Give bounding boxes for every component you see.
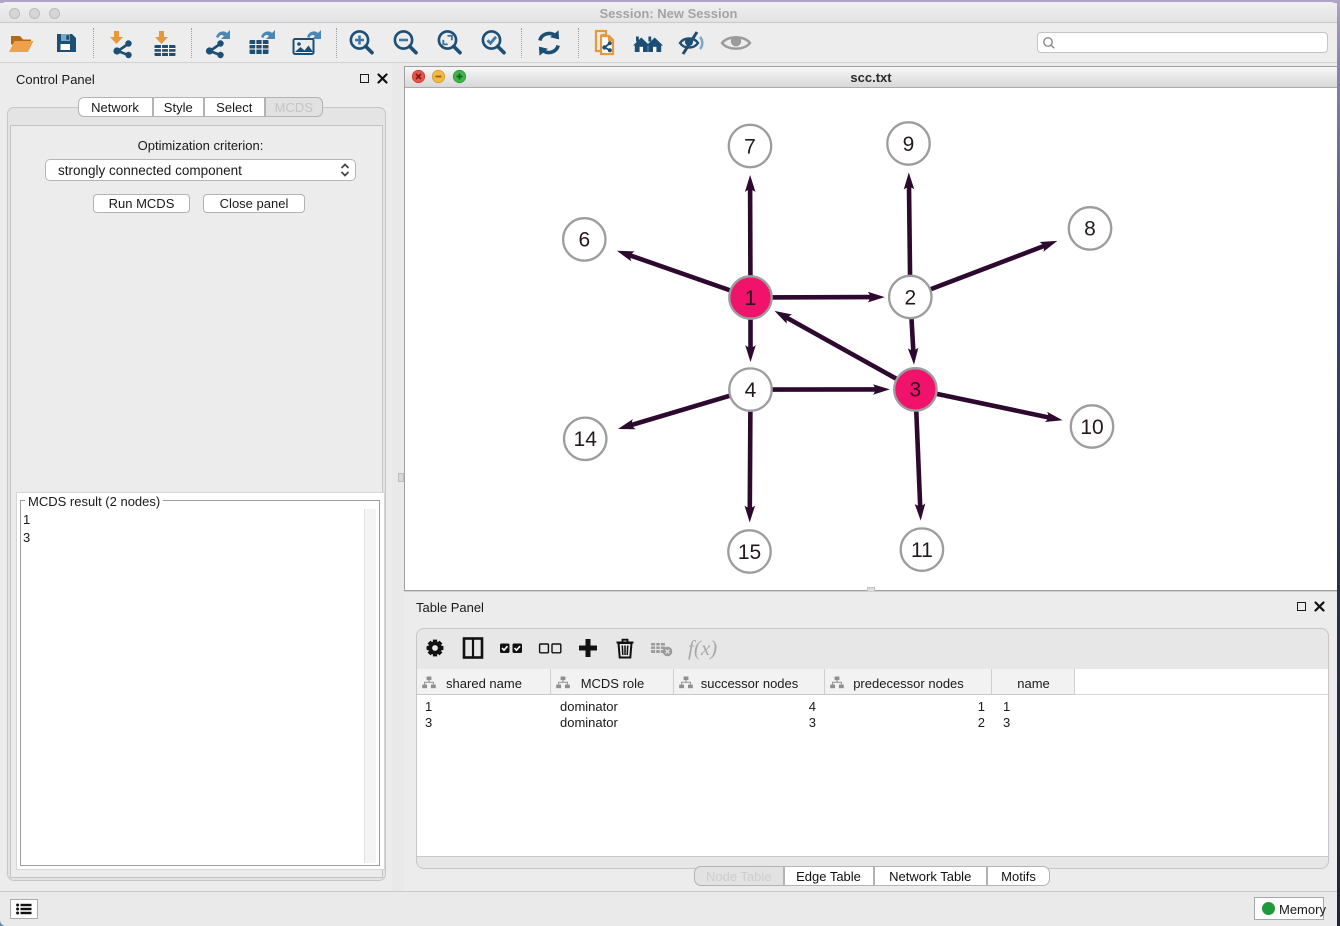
svg-text:2: 2 — [904, 286, 916, 309]
svg-text:7: 7 — [744, 135, 756, 158]
svg-text:6: 6 — [578, 229, 590, 252]
svg-text:9: 9 — [903, 133, 915, 156]
svg-text:1: 1 — [745, 287, 757, 310]
svg-text:4: 4 — [745, 379, 757, 402]
svg-text:3: 3 — [910, 379, 922, 402]
svg-text:11: 11 — [911, 539, 933, 562]
svg-text:10: 10 — [1080, 416, 1103, 439]
svg-text:8: 8 — [1084, 218, 1096, 241]
svg-text:14: 14 — [574, 428, 598, 451]
svg-text:15: 15 — [738, 541, 761, 564]
